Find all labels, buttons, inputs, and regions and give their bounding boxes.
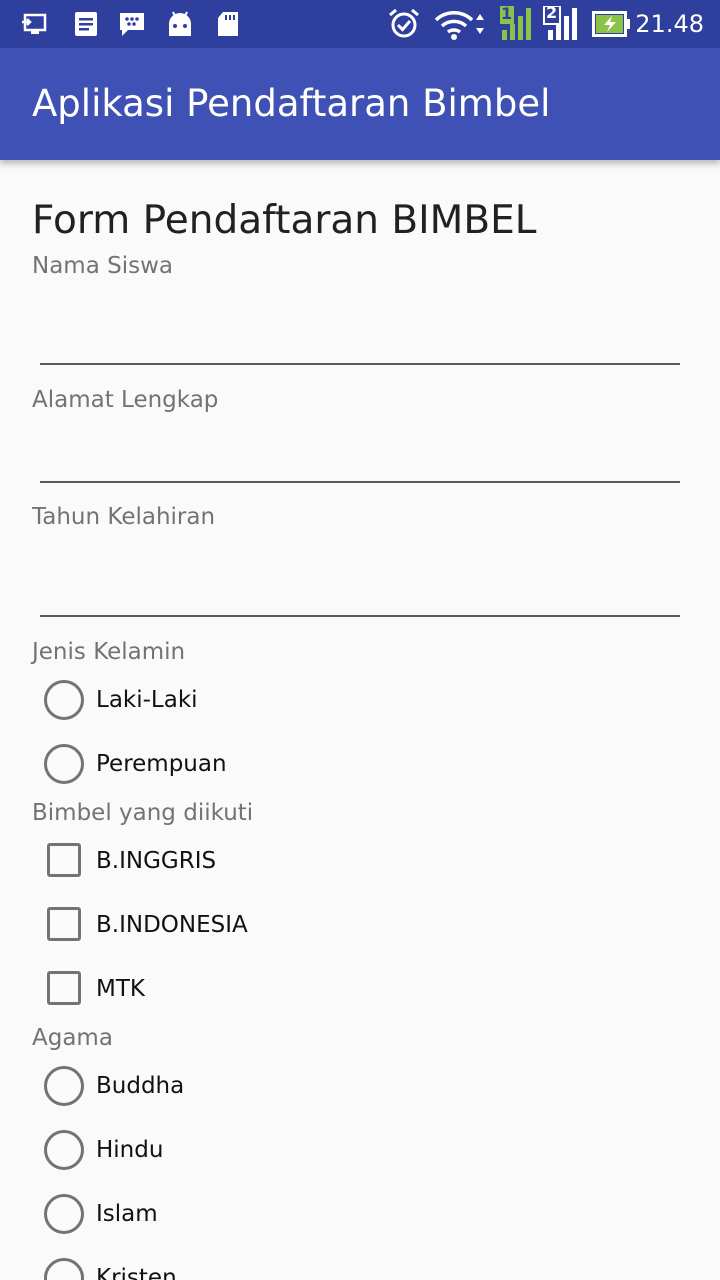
tahun-kelahiran-input[interactable] bbox=[40, 540, 680, 612]
bimbel-label: Bimbel yang diikuti bbox=[32, 800, 254, 826]
nama-siswa-label: Nama Siswa bbox=[32, 253, 173, 279]
wifi-icon bbox=[434, 11, 484, 40]
radio-button[interactable] bbox=[44, 1066, 84, 1106]
radio-buddha[interactable]: Buddha bbox=[44, 1066, 644, 1106]
checkbox[interactable] bbox=[47, 971, 81, 1005]
checkbox-label: MTK bbox=[96, 976, 145, 1002]
radio-button[interactable] bbox=[44, 680, 84, 720]
radio-hindu[interactable]: Hindu bbox=[44, 1130, 644, 1170]
sd-card-icon bbox=[218, 12, 238, 36]
checkbox-label: B.INGGRIS bbox=[96, 848, 217, 874]
form-title: Form Pendaftaran BIMBEL bbox=[32, 198, 537, 243]
alamat-input[interactable] bbox=[40, 422, 680, 478]
bbm-icon bbox=[120, 13, 144, 36]
jenis-kelamin-label: Jenis Kelamin bbox=[32, 639, 186, 665]
checkbox[interactable] bbox=[47, 907, 81, 941]
nama-siswa-underline bbox=[40, 363, 680, 365]
registration-form: Form Pendaftaran BIMBEL Nama Siswa Alama… bbox=[0, 160, 720, 1280]
app-title: Aplikasi Pendaftaran Bimbel bbox=[32, 82, 551, 125]
radio-button[interactable] bbox=[44, 1194, 84, 1234]
battery-charging-icon bbox=[592, 11, 630, 37]
alamat-label: Alamat Lengkap bbox=[32, 387, 219, 413]
clock: 21.48 bbox=[635, 10, 704, 38]
radio-label: Islam bbox=[96, 1201, 158, 1227]
radio-label: Perempuan bbox=[96, 751, 227, 777]
checkbox-mtk[interactable]: MTK bbox=[44, 969, 644, 1009]
tahun-kelahiran-underline bbox=[40, 615, 680, 617]
radio-label: Laki-Laki bbox=[96, 687, 198, 713]
checkbox-b-indonesia[interactable]: B.INDONESIA bbox=[44, 905, 644, 945]
radio-label: Hindu bbox=[96, 1137, 164, 1163]
checkbox-label: B.INDONESIA bbox=[96, 912, 248, 938]
signal-sim1-icon: 1 bbox=[496, 4, 536, 42]
radio-label: Buddha bbox=[96, 1073, 185, 1099]
radio-perempuan[interactable]: Perempuan bbox=[44, 744, 644, 784]
nama-siswa-input[interactable] bbox=[40, 290, 680, 360]
radio-islam[interactable]: Islam bbox=[44, 1194, 644, 1234]
android-icon bbox=[169, 11, 191, 36]
radio-kristen[interactable]: Kristen bbox=[44, 1258, 644, 1280]
tahun-kelahiran-label: Tahun Kelahiran bbox=[32, 504, 216, 530]
notes-icon bbox=[75, 12, 97, 36]
status-bar: 1 2 21.48 bbox=[0, 0, 720, 48]
screen-cast-icon bbox=[22, 13, 47, 34]
checkbox-b-inggris[interactable]: B.INGGRIS bbox=[44, 841, 644, 881]
radio-button[interactable] bbox=[44, 744, 84, 784]
radio-laki-laki[interactable]: Laki-Laki bbox=[44, 680, 644, 720]
radio-button[interactable] bbox=[44, 1258, 84, 1280]
alarm-icon bbox=[389, 8, 419, 38]
signal-sim2-icon: 2 bbox=[542, 3, 582, 42]
app-bar: Aplikasi Pendaftaran Bimbel bbox=[0, 48, 720, 160]
radio-button[interactable] bbox=[44, 1130, 84, 1170]
alamat-underline bbox=[40, 481, 680, 483]
radio-label: Kristen bbox=[96, 1265, 177, 1280]
agama-label: Agama bbox=[32, 1025, 113, 1051]
checkbox[interactable] bbox=[47, 843, 81, 877]
